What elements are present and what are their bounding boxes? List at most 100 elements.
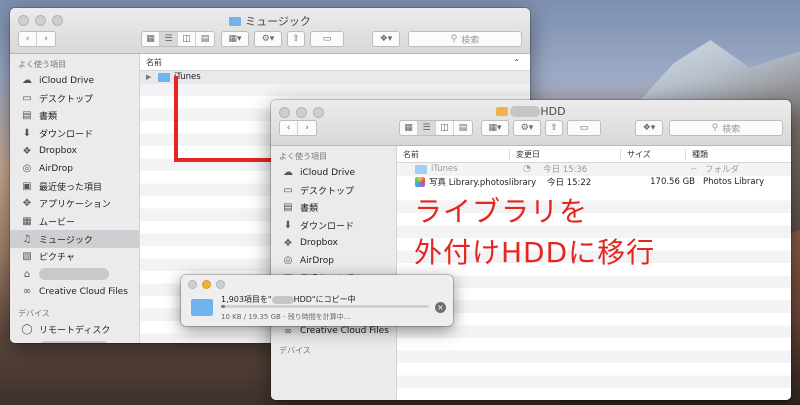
sidebar-item-music[interactable]: ♫ ミュージック — [10, 230, 139, 248]
column-view-button[interactable]: ◫ — [436, 121, 454, 135]
sidebar-item-desktop[interactable]: ▭ デスクトップ — [10, 90, 139, 108]
icon-view-button[interactable]: ▦ — [400, 121, 418, 135]
sidebar-item-label: 最近使った項目 — [39, 182, 103, 193]
window-title: HDD — [271, 105, 791, 118]
cancel-copy-button[interactable]: × — [435, 302, 446, 313]
dropbox-toolbar-button[interactable]: ❖▾ — [372, 31, 400, 47]
sidebar-item-label: ダウンロード — [300, 222, 355, 233]
redacted-name — [39, 341, 109, 343]
share-button[interactable]: ⇧ — [545, 120, 563, 136]
sidebar-item-remote-disc[interactable]: ◯ リモートディスク — [10, 321, 139, 339]
sidebar-item-pictures[interactable]: ▧ ピクチャ — [10, 248, 139, 266]
group-button[interactable]: ▦▾ — [221, 31, 249, 47]
sidebar-item-airdrop[interactable]: ◎ AirDrop — [271, 252, 396, 270]
titlebar[interactable]: ミュージック ‹ › ▦ ☰ ◫ ▤ ▦▾ ⚙▾ ⇧ ▭ ❖▾ ⚲ 検索 — [10, 8, 530, 54]
action-button[interactable]: ⚙▾ — [254, 31, 282, 47]
cloud-icon: ☁ — [283, 167, 293, 179]
gallery-view-button[interactable]: ▤ — [196, 32, 214, 46]
view-mode-switcher[interactable]: ▦ ☰ ◫ ▤ — [141, 31, 215, 47]
applications-icon: ✥ — [22, 198, 32, 210]
sidebar-item-label: デスクトップ — [39, 94, 94, 105]
share-button[interactable]: ⇧ — [287, 31, 305, 47]
column-header-name[interactable]: 名前 ⌃ — [140, 54, 530, 71]
copy-progress-icon: ◔ — [523, 164, 531, 175]
external-drive-icon — [496, 107, 509, 116]
forward-button[interactable]: › — [298, 121, 316, 135]
zoom-button[interactable] — [216, 280, 225, 289]
sidebar: よく使う項目 ☁ iCloud Drive ▭ デスクトップ ▤ 書類 ⬇ ダウンロード ❖ Dr… — [271, 146, 397, 400]
column-header-modified[interactable]: 変更日 — [509, 148, 620, 160]
home-icon: ⌂ — [23, 268, 31, 280]
redacted-name — [39, 268, 109, 281]
file-row-itunes[interactable]: iTunes ◔ 今日 15:36 -- フォルダ — [397, 163, 791, 176]
file-row-photos-library[interactable]: 写真 Library.photoslibrary 今日 15:22 170.56… — [397, 175, 791, 188]
disclosure-triangle-icon[interactable]: ▶ — [140, 73, 158, 81]
sidebar-item-cloud[interactable]: ☁ iCloud Drive — [271, 164, 396, 182]
sidebar-item-creative-cloud[interactable]: ∞ Creative Cloud Files — [10, 283, 139, 301]
nav-back-forward[interactable]: ‹ › — [279, 120, 317, 136]
list-view-button[interactable]: ☰ — [418, 121, 436, 135]
sidebar-item-label: ピクチャ — [39, 253, 75, 264]
file-list: 名前 変更日 サイズ 種類 iTunes ◔ 今日 15:36 -- フォルダ … — [397, 146, 791, 400]
annotation-caption-line2: 外付けHDDに移行 — [414, 236, 656, 269]
view-mode-switcher[interactable]: ▦ ☰ ◫ ▤ — [399, 120, 473, 136]
annotation-arrow-vertical — [174, 76, 178, 162]
search-field[interactable]: ⚲ 検索 — [669, 120, 783, 136]
window-title: ミュージック — [10, 13, 530, 29]
sidebar-item-desktop[interactable]: ▭ デスクトップ — [271, 182, 396, 200]
icon-view-button[interactable]: ▦ — [142, 32, 160, 46]
column-header-size[interactable]: サイズ — [620, 148, 685, 160]
cloud-icon: ☁ — [22, 75, 32, 87]
minimize-button[interactable] — [202, 280, 211, 289]
airdrop-icon: ◎ — [22, 163, 32, 175]
sidebar-item-label: Dropbox — [39, 146, 77, 157]
action-button[interactable]: ⚙▾ — [513, 120, 541, 136]
search-field[interactable]: ⚲ 検索 — [408, 31, 522, 47]
column-headers: 名前 変更日 サイズ 種類 — [397, 146, 791, 163]
close-button[interactable] — [188, 280, 197, 289]
sidebar-item-label: AirDrop — [39, 163, 74, 174]
sidebar-heading-devices: デバイス — [18, 308, 50, 318]
sidebar-item-home[interactable]: ⌂ — [10, 266, 139, 284]
copy-progress-bar — [221, 305, 429, 308]
dropbox-toolbar-button[interactable]: ❖▾ — [635, 120, 663, 136]
sidebar-list: ☁ iCloud Drive ▭ デスクトップ ▤ 書類 ⬇ ダウンロード ❖ Dropbox ◎ A… — [10, 72, 139, 301]
sidebar-item-download[interactable]: ⬇ ダウンロード — [10, 125, 139, 143]
remote-disc-icon: ◯ — [21, 324, 33, 336]
gallery-view-button[interactable]: ▤ — [454, 121, 472, 135]
sidebar-item-dropbox[interactable]: ❖ Dropbox — [10, 142, 139, 160]
tags-button[interactable]: ▭ — [310, 31, 344, 47]
sidebar-item-cloud[interactable]: ☁ iCloud Drive — [10, 72, 139, 90]
forward-button[interactable]: › — [37, 32, 55, 46]
folder-icon — [415, 164, 427, 174]
sidebar-item-download[interactable]: ⬇ ダウンロード — [271, 217, 396, 235]
list-view-button[interactable]: ☰ — [160, 32, 178, 46]
sidebar-item-documents[interactable]: ▤ 書類 — [271, 199, 396, 217]
back-button[interactable]: ‹ — [280, 121, 298, 135]
sidebar-item-device-hidden[interactable]: ▭ — [10, 338, 139, 343]
back-button[interactable]: ‹ — [19, 32, 37, 46]
sidebar-item-movies[interactable]: ▦ ムービー — [10, 213, 139, 231]
column-header-name[interactable]: 名前 — [397, 149, 509, 160]
copy-progress-dialog[interactable]: 1,903項目を" HDD"にコピー中 10 KB / 19.35 GB - 残り… — [181, 275, 453, 326]
sidebar-item-documents[interactable]: ▤ 書類 — [10, 107, 139, 125]
group-button[interactable]: ▦▾ — [481, 120, 509, 136]
sidebar-item-applications[interactable]: ✥ アプリケーション — [10, 195, 139, 213]
sidebar: よく使う項目 ☁ iCloud Drive ▭ デスクトップ ▤ 書類 ⬇ ダウンロード ❖ Dr… — [10, 54, 140, 343]
nav-back-forward[interactable]: ‹ › — [18, 31, 56, 47]
sidebar-heading-favorites: よく使う項目 — [18, 60, 66, 69]
sidebar-item-label: ムービー — [39, 218, 76, 229]
sidebar-item-dropbox[interactable]: ❖ Dropbox — [271, 234, 396, 252]
sidebar-item-recents[interactable]: ▣ 最近使った項目 — [10, 178, 139, 196]
sidebar-item-airdrop[interactable]: ◎ AirDrop — [10, 160, 139, 178]
copy-folder-icon — [191, 299, 213, 316]
copy-title: 1,903項目を" HDD"にコピー中 — [221, 295, 356, 304]
column-header-kind[interactable]: 種類 — [685, 148, 785, 160]
close-icon: × — [437, 303, 444, 312]
file-row-itunes[interactable]: ▶ iTunes — [140, 71, 530, 84]
tags-button[interactable]: ▭ — [567, 120, 601, 136]
column-view-button[interactable]: ◫ — [178, 32, 196, 46]
recents-icon: ▣ — [22, 180, 32, 192]
sidebar-heading-devices: デバイス — [279, 345, 311, 355]
titlebar[interactable]: HDD ‹ › ▦ ☰ ◫ ▤ ▦▾ ⚙▾ ⇧ ▭ ❖▾ ⚲ 検索 — [271, 100, 791, 146]
